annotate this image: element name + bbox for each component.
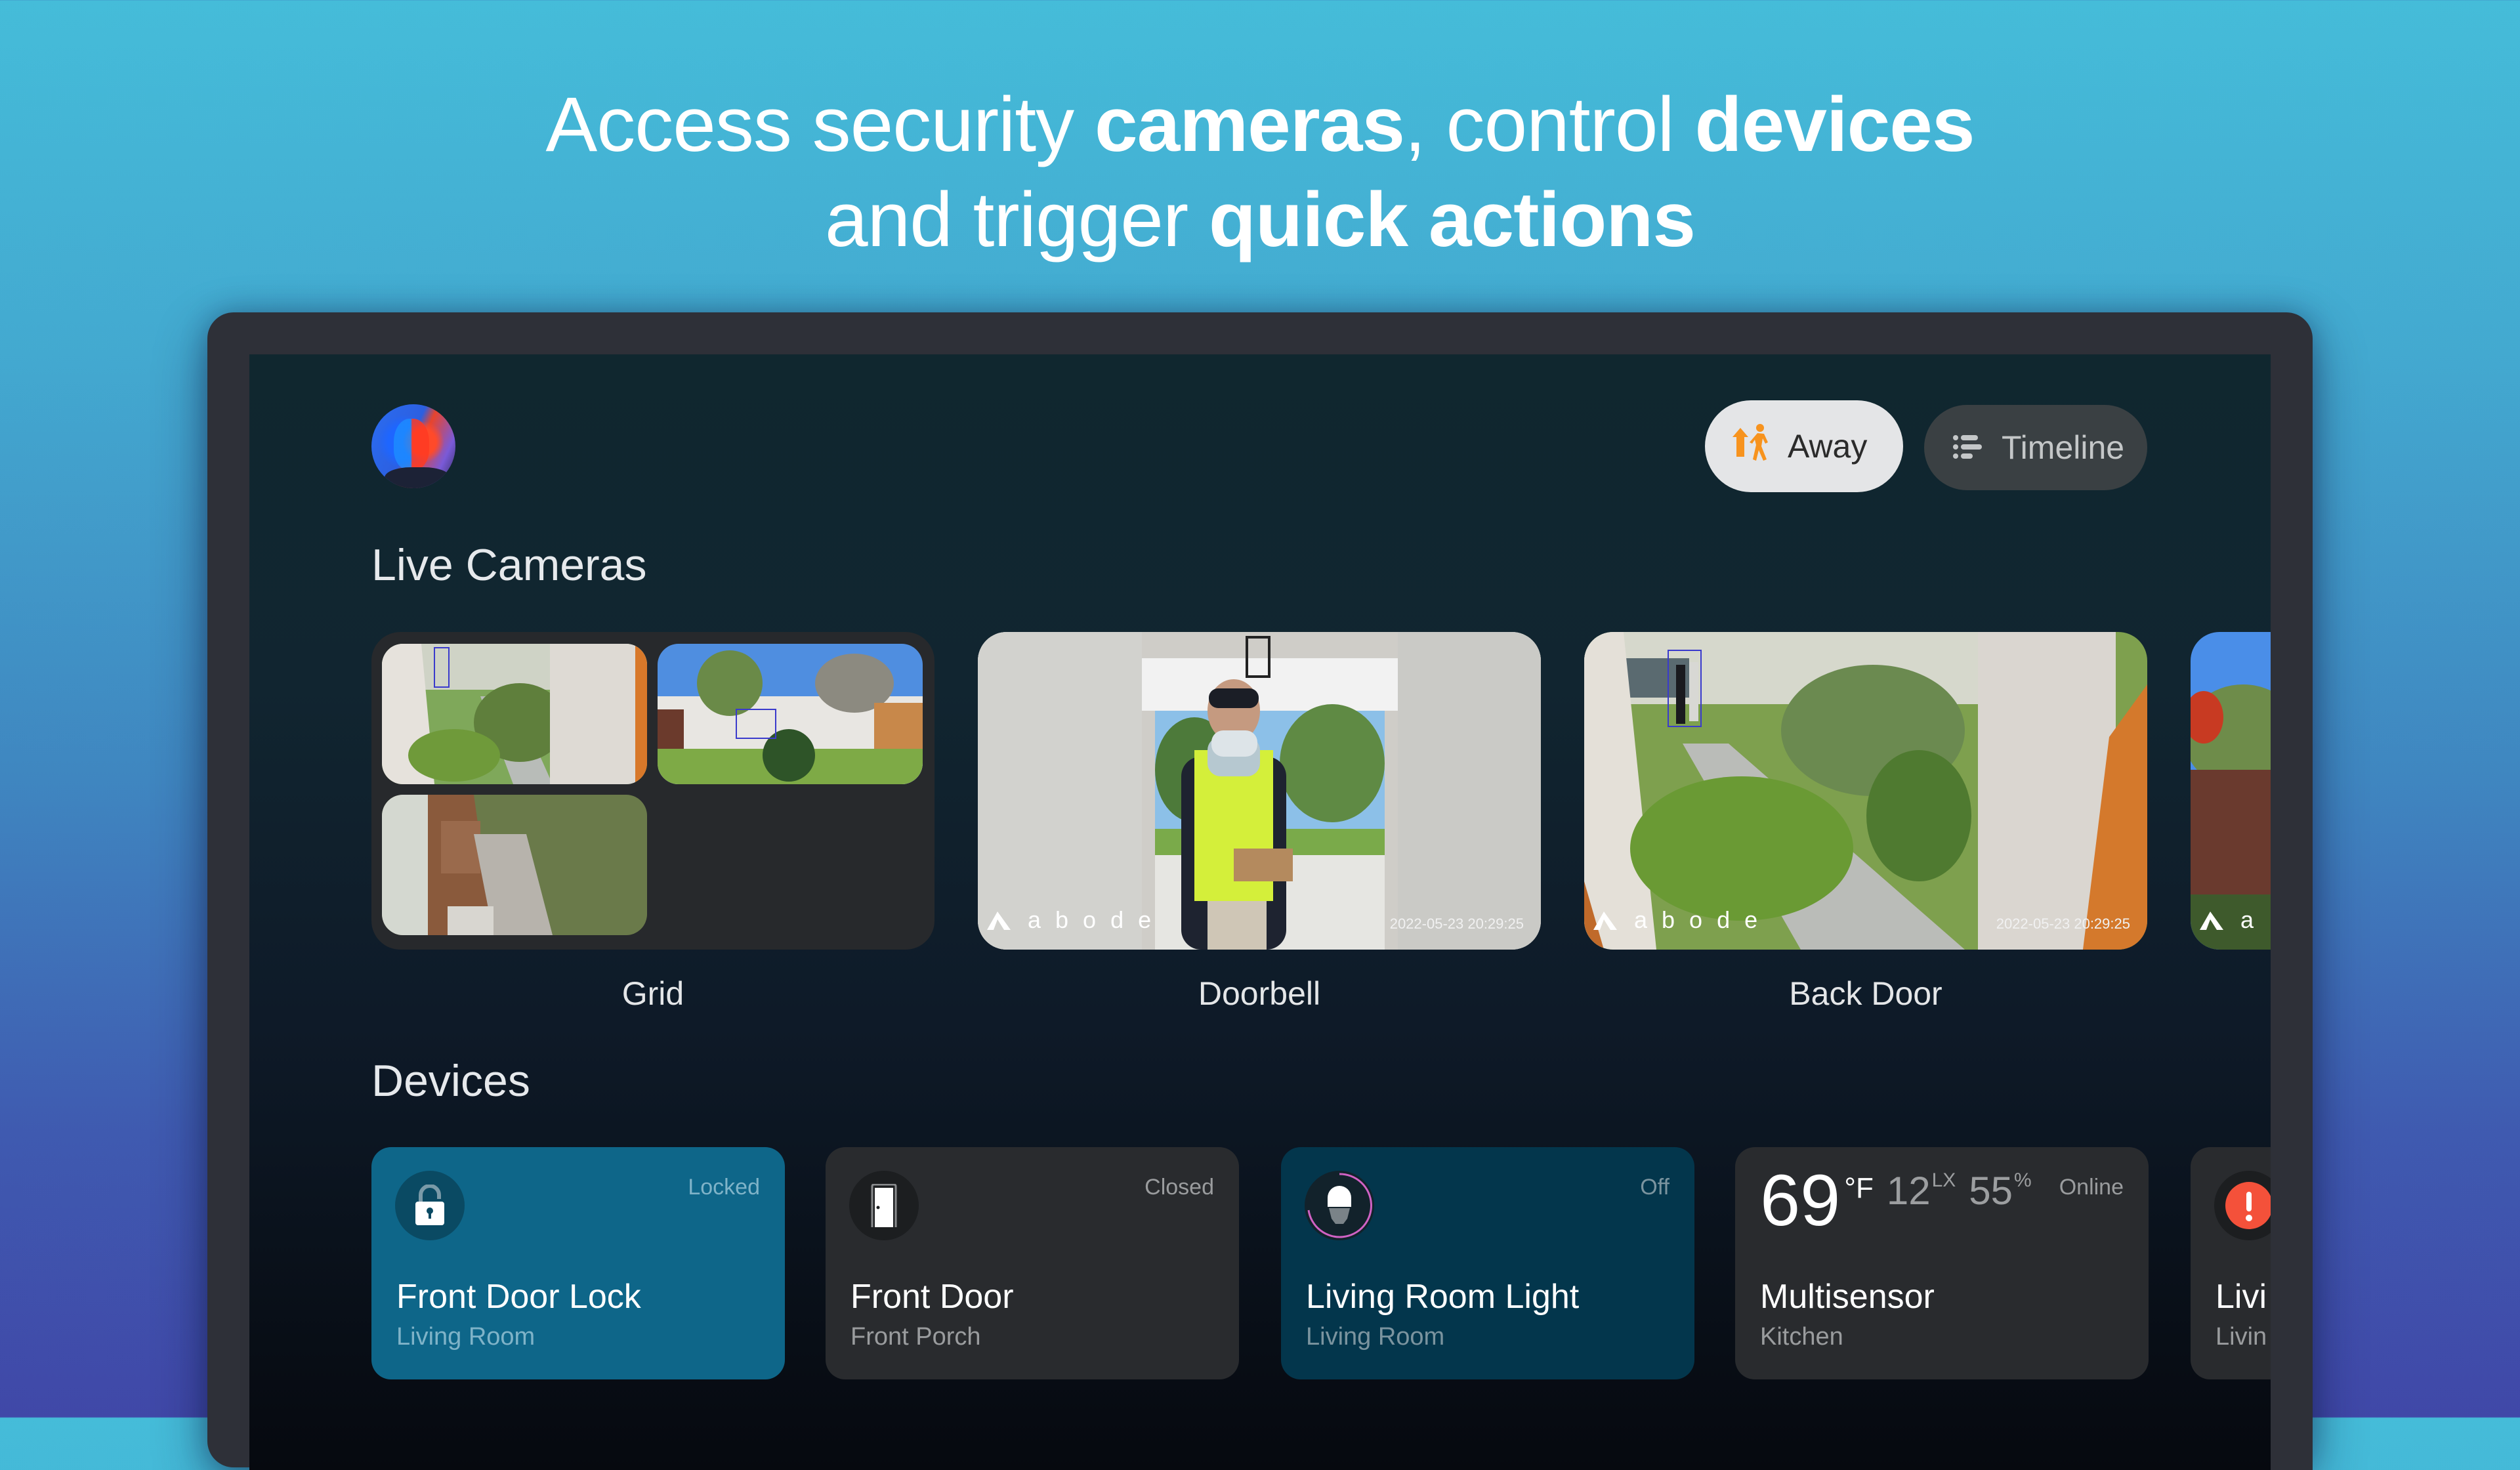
avatar[interactable] [371, 404, 455, 488]
humidity-unit: % [2014, 1169, 2032, 1191]
temperature-value: 69 [1760, 1160, 1841, 1241]
camera-timestamp: 2022-05-23 20:29:25 [1389, 915, 1524, 932]
device-status: Online [2059, 1175, 2124, 1200]
headline-text: Access security [545, 81, 1095, 168]
headline-emphasis: quick actions [1208, 177, 1696, 263]
headline-emphasis: cameras [1094, 81, 1405, 168]
abode-logo-icon [987, 912, 1011, 930]
away-mode-label: Away [1788, 428, 1868, 465]
devices-title: Devices [371, 1056, 530, 1106]
device-name: Front Door [850, 1278, 1014, 1316]
device-card-front-door-lock[interactable]: Locked Front Door Lock Living Room [371, 1147, 785, 1379]
camera-card-partial[interactable]: a [2191, 632, 2271, 950]
device-name: Front Door Lock [396, 1278, 641, 1316]
grid-tile-side-yard [382, 795, 647, 935]
light-value: 12 [1886, 1169, 1931, 1213]
avatar-shoulders [385, 467, 450, 488]
live-cameras-title: Live Cameras [371, 540, 647, 590]
timeline-button[interactable]: Timeline [1924, 405, 2147, 490]
door-icon [849, 1171, 919, 1240]
tv-bezel-right [2271, 354, 2313, 1470]
device-card-front-door[interactable]: Closed Front Door Front Porch [826, 1147, 1239, 1379]
partial-camera-feed [2191, 632, 2271, 950]
temperature-unit: °F [1844, 1172, 1874, 1204]
device-name: Multisensor [1760, 1278, 1935, 1316]
device-name: Living Room Light [1306, 1278, 1580, 1316]
light-bulb-icon [1305, 1171, 1374, 1240]
headline-text: , control [1404, 81, 1695, 168]
light-unit: LX [1931, 1169, 1956, 1191]
padlock-icon [395, 1171, 465, 1240]
doorbell-feed [978, 632, 1541, 950]
abode-watermark: a [2198, 906, 2268, 934]
avatar-face [394, 419, 429, 470]
away-walking-icon [1731, 423, 1773, 470]
device-card-multisensor[interactable]: 69 °F 12 LX 55 % Online Multisensor Kitc… [1735, 1147, 2149, 1379]
device-card-living-room-light[interactable]: Off Living Room Light Living Room [1281, 1147, 1694, 1379]
headline-line-2: and trigger quick actions [0, 173, 2520, 268]
device-name: Livi [2216, 1278, 2267, 1316]
app-screen: Away Timeline Live Cameras Grid abode 20… [249, 354, 2271, 1470]
device-status: Closed [1144, 1175, 1214, 1200]
device-room: Living Room [396, 1323, 536, 1351]
device-card-partial[interactable]: Livi Livin [2191, 1147, 2271, 1379]
camera-label-back-door: Back Door [1789, 975, 1942, 1012]
back-door-feed [1584, 632, 2147, 950]
sensor-readout: 69 °F 12 LX 55 % [1760, 1162, 2032, 1240]
device-room: Livin [2216, 1323, 2267, 1351]
timeline-list-icon [1953, 429, 1982, 467]
device-room: Front Porch [850, 1323, 981, 1351]
abode-watermark: abode [1592, 906, 1772, 934]
headline-text: and trigger [824, 177, 1209, 263]
headline-line-1: Access security cameras, control devices [0, 77, 2520, 173]
camera-label-doorbell: Doorbell [1198, 975, 1321, 1012]
abode-watermark: abode [986, 906, 1166, 934]
camera-card-grid[interactable] [371, 632, 934, 950]
marketing-headline: Access security cameras, control devices… [0, 77, 2520, 268]
device-room: Living Room [1306, 1323, 1445, 1351]
camera-card-doorbell[interactable]: abode 2022-05-23 20:29:25 [978, 632, 1541, 950]
timeline-label: Timeline [2002, 429, 2125, 466]
alert-icon [2214, 1171, 2271, 1240]
abode-logo-icon [1593, 912, 1617, 930]
abode-logo-icon [2200, 912, 2223, 930]
grid-tile-front-walkway [382, 644, 647, 784]
camera-timestamp: 2022-05-23 20:29:25 [1996, 915, 2130, 932]
grid-tile-backyard [658, 644, 923, 784]
device-status: Off [1640, 1175, 1670, 1200]
camera-card-back-door[interactable]: abode 2022-05-23 20:29:25 [1584, 632, 2147, 950]
camera-label-grid: Grid [621, 975, 684, 1012]
device-room: Kitchen [1760, 1323, 1843, 1351]
device-status: Locked [688, 1175, 760, 1200]
away-mode-button[interactable]: Away [1705, 400, 1903, 492]
headline-emphasis: devices [1694, 81, 1975, 168]
humidity-value: 55 [1969, 1169, 2013, 1213]
